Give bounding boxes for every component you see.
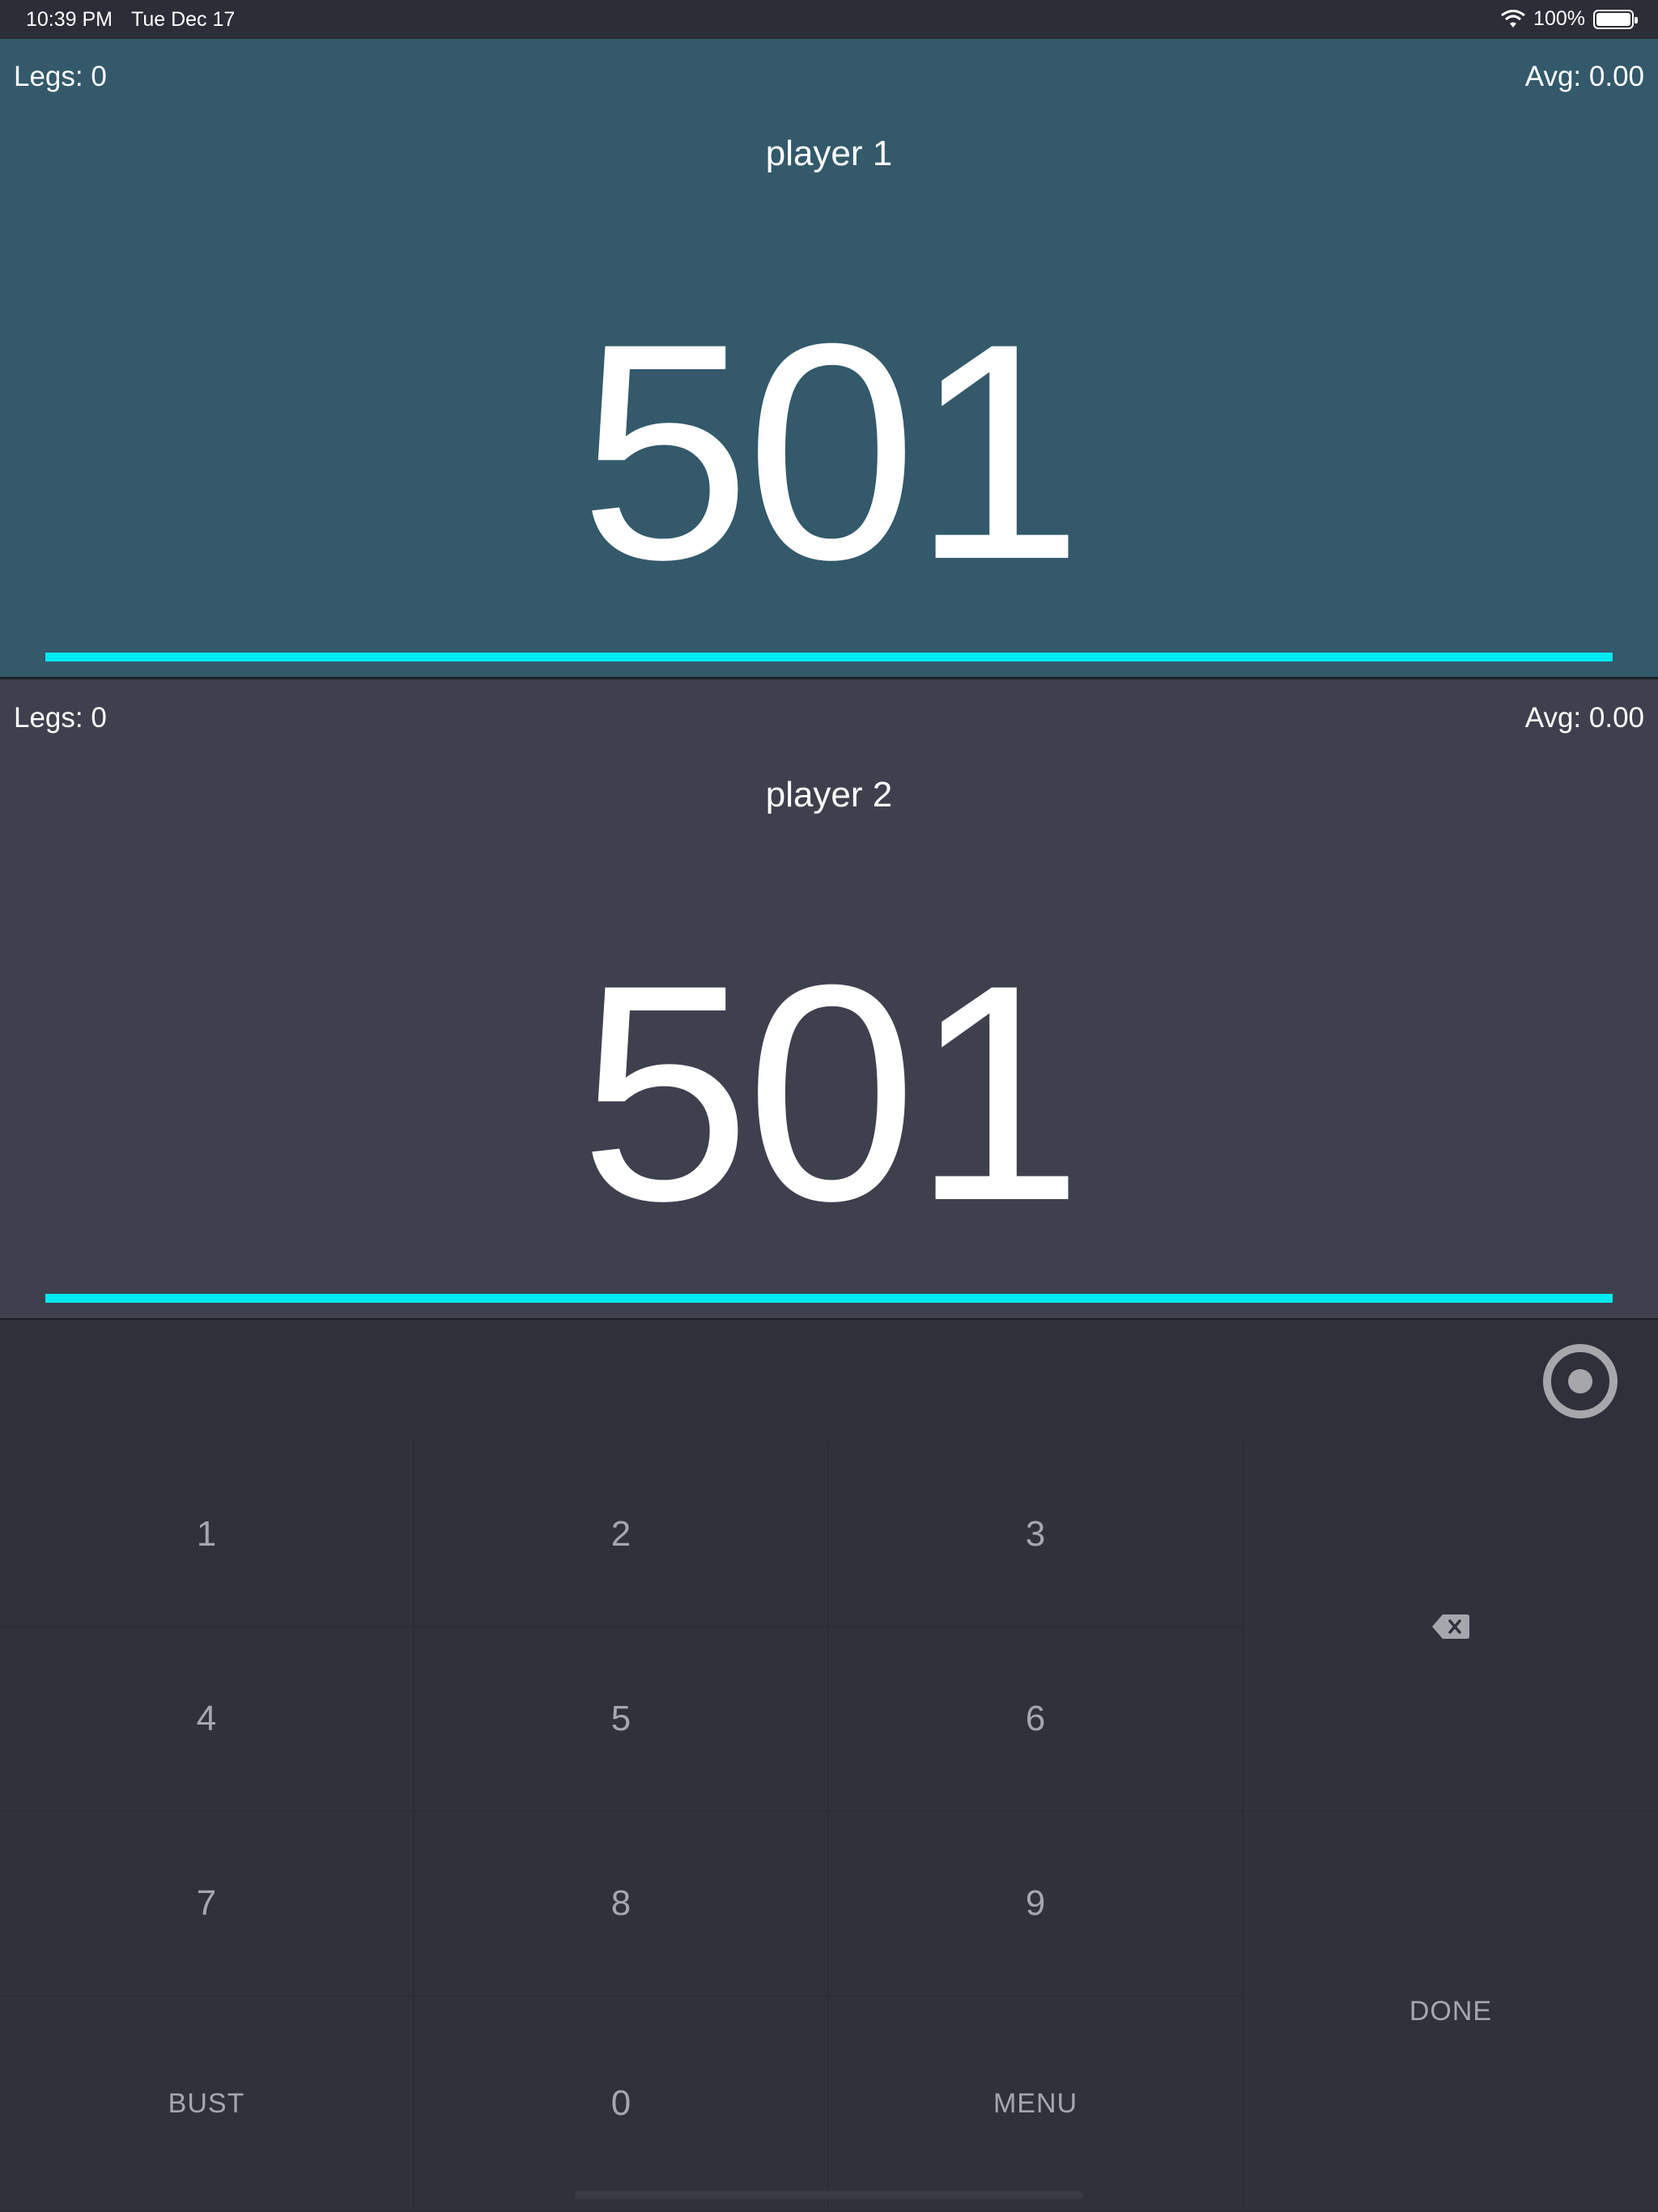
bust-label: BUST [168, 2087, 245, 2119]
key-4-label: 4 [196, 1699, 217, 1738]
key-0-label: 0 [610, 2083, 631, 2123]
player-2-average: Avg: 0.00 [1524, 702, 1644, 734]
player-2-progress-fill [45, 1294, 1613, 1303]
menu-button[interactable]: MENU [829, 1997, 1244, 2212]
bust-button[interactable]: BUST [0, 1997, 414, 2212]
status-time: 10:39 PM [26, 8, 113, 31]
backspace-icon [1432, 1614, 1469, 1639]
battery-icon [1593, 9, 1638, 29]
key-0[interactable]: 0 [414, 1997, 829, 2212]
score-entry-bar [0, 1321, 1658, 1443]
key-9-label: 9 [1025, 1883, 1046, 1923]
player-1-panel[interactable]: Legs: 0 Avg: 0.00 player 1 501 [0, 39, 1658, 678]
player-1-legs: Legs: 0 [14, 61, 107, 92]
player-2-score: 501 [579, 921, 1083, 1265]
key-2-label: 2 [610, 1514, 631, 1554]
done-button[interactable]: DONE [1244, 1812, 1658, 2212]
key-4[interactable]: 4 [0, 1627, 414, 1812]
wifi-icon [1501, 9, 1525, 28]
key-5-label: 5 [610, 1699, 631, 1738]
key-1-label: 1 [196, 1514, 217, 1554]
key-6-label: 6 [1025, 1699, 1046, 1738]
backspace-button[interactable] [1244, 1443, 1658, 1812]
key-5[interactable]: 5 [414, 1627, 829, 1812]
status-right: 100% [1501, 7, 1638, 31]
key-1[interactable]: 1 [0, 1443, 414, 1627]
status-bar: 10:39 PM Tue Dec 17 100% [0, 0, 1658, 39]
key-7[interactable]: 7 [0, 1812, 414, 1997]
player-1-progress-bar [45, 653, 1613, 661]
player-1-name: player 1 [765, 134, 893, 173]
menu-label: MENU [993, 2087, 1078, 2119]
player-1-progress-fill [45, 653, 1613, 661]
player-1-score: 501 [579, 279, 1083, 623]
key-8[interactable]: 8 [414, 1812, 829, 1997]
player-1-average: Avg: 0.00 [1524, 61, 1644, 92]
key-3[interactable]: 3 [829, 1443, 1244, 1627]
key-6[interactable]: 6 [829, 1627, 1244, 1812]
status-date: Tue Dec 17 [131, 8, 236, 31]
player-2-progress-bar [45, 1294, 1613, 1303]
player-2-legs: Legs: 0 [14, 702, 107, 734]
player-2-panel[interactable]: Legs: 0 Avg: 0.00 player 2 501 [0, 680, 1658, 1320]
battery-percent: 100% [1533, 7, 1585, 30]
key-8-label: 8 [610, 1883, 631, 1923]
player-2-name: player 2 [765, 775, 893, 815]
done-label: DONE [1409, 1995, 1493, 2027]
key-9[interactable]: 9 [829, 1812, 1244, 1997]
key-3-label: 3 [1025, 1514, 1046, 1554]
target-icon[interactable] [1543, 1344, 1618, 1419]
key-2[interactable]: 2 [414, 1443, 829, 1627]
key-7-label: 7 [196, 1883, 217, 1923]
home-indicator[interactable] [575, 2191, 1083, 2199]
